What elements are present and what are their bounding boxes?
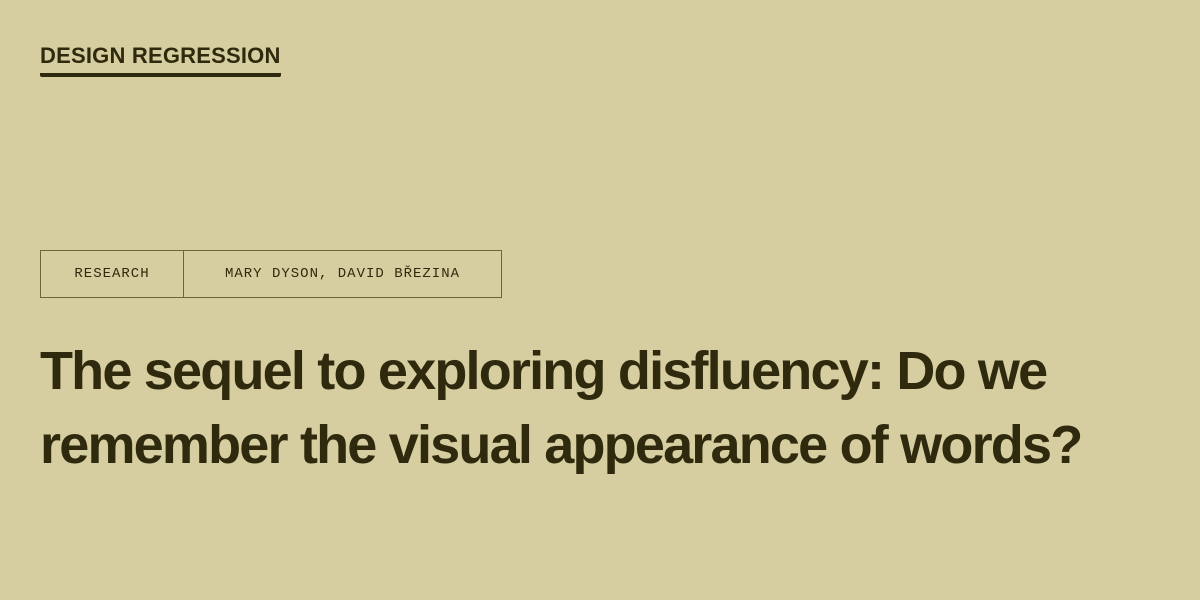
- article-meta: RESEARCH MARY DYSON, DAVID BŘEZINA: [40, 250, 502, 298]
- article-title: The sequel to exploring disfluency: Do w…: [40, 341, 1083, 475]
- article-category: RESEARCH: [41, 251, 184, 297]
- site-logo-link[interactable]: DESIGN REGRESSION: [40, 43, 281, 77]
- article-authors: MARY DYSON, DAVID BŘEZINA: [224, 266, 461, 282]
